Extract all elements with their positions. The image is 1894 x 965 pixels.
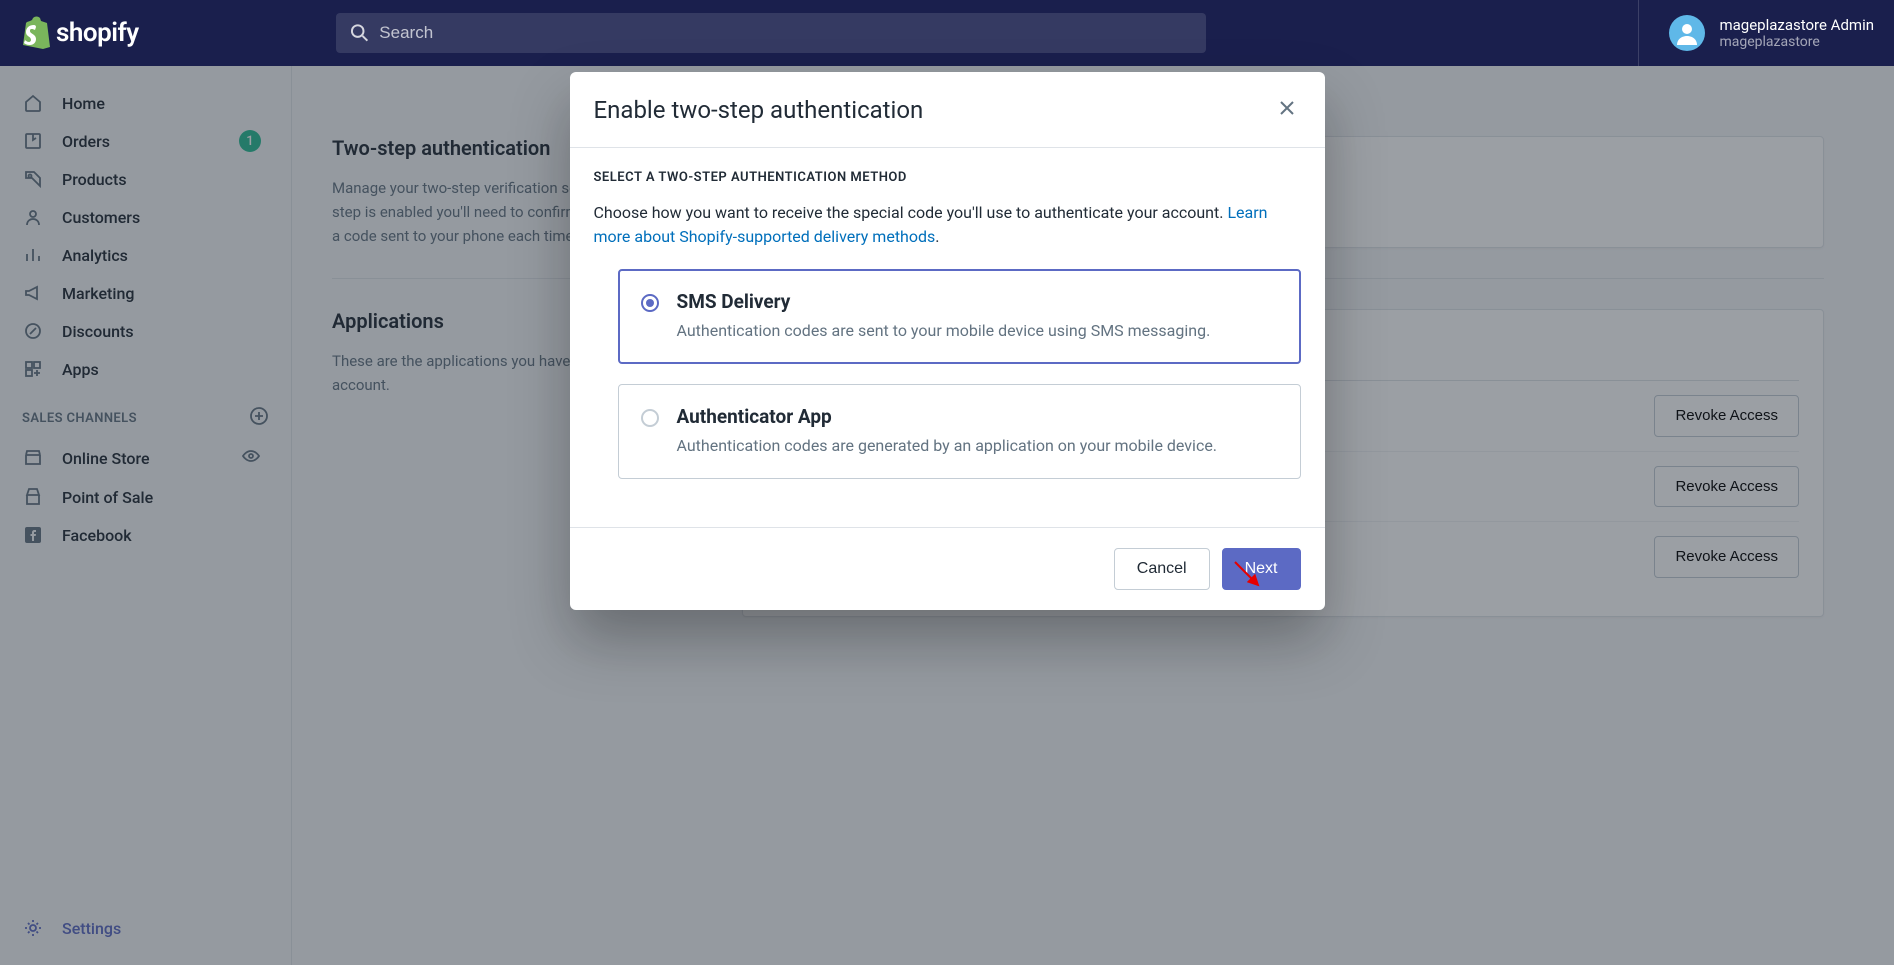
topbar-user[interactable]: mageplazastore Admin mageplazastore [1638,0,1874,66]
modal-footer: Cancel Next [570,527,1325,610]
method-desc: Authentication codes are sent to your mo… [677,319,1211,343]
modal-description: Choose how you want to receive the speci… [594,201,1301,249]
next-button[interactable]: Next [1222,548,1301,590]
method-title: SMS Delivery [677,290,1211,313]
modal-header: Enable two-step authentication [570,72,1325,148]
search-box[interactable] [336,13,1206,53]
modal-body: SELECT A TWO-STEP AUTHENTICATION METHOD … [570,148,1325,527]
method-option-app[interactable]: Authenticator App Authentication codes a… [618,384,1301,479]
close-icon [1277,98,1297,118]
modal-close-button[interactable] [1273,94,1301,125]
search-input[interactable] [379,23,1192,43]
method-title: Authenticator App [677,405,1218,428]
avatar-icon [1673,19,1701,47]
radio-app[interactable] [641,409,659,427]
cancel-button[interactable]: Cancel [1114,548,1210,590]
user-name: mageplazastore Admin [1719,16,1874,34]
method-option-sms[interactable]: SMS Delivery Authentication codes are se… [618,269,1301,364]
logo-text: shopify [56,18,139,48]
method-desc: Authentication codes are generated by an… [677,434,1218,458]
user-info: mageplazastore Admin mageplazastore [1719,16,1874,50]
radio-sms[interactable] [641,294,659,312]
modal-overlay: Enable two-step authentication SELECT A … [0,66,1894,965]
avatar [1669,15,1705,51]
user-tenant: mageplazastore [1719,34,1874,50]
shopify-bag-icon [20,16,50,50]
modal-subtitle: SELECT A TWO-STEP AUTHENTICATION METHOD [594,170,1301,185]
two-step-modal: Enable two-step authentication SELECT A … [570,72,1325,610]
modal-title: Enable two-step authentication [594,96,924,124]
search-wrap [336,13,1206,53]
logo[interactable]: shopify [20,16,292,50]
topbar: shopify mageplazastore Admin mageplazast… [0,0,1894,66]
search-icon [350,23,369,43]
